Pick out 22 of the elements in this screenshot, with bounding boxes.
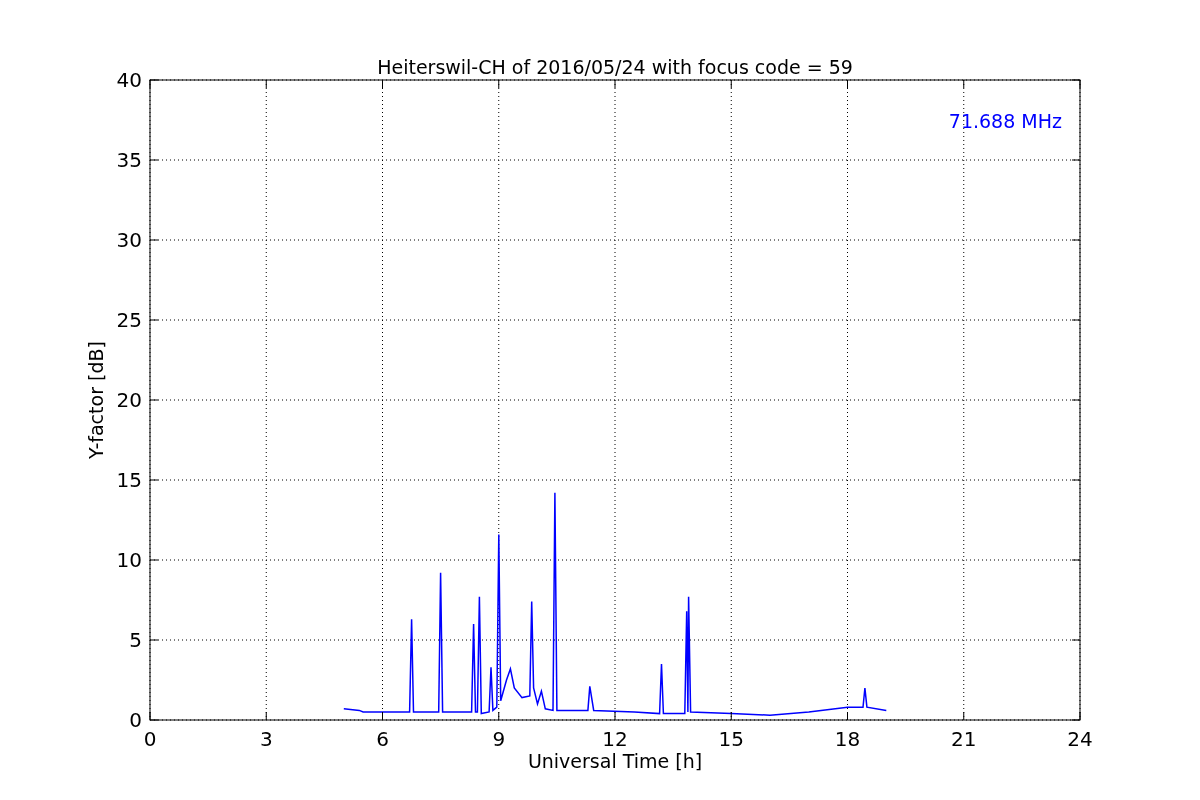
y-tick-label: 40: [116, 68, 142, 92]
x-tick-label: 21: [951, 727, 977, 751]
y-tick-label: 35: [116, 148, 142, 172]
y-tick-label: 25: [116, 308, 142, 332]
y-tick-label: 5: [129, 628, 142, 652]
x-tick-label: 3: [259, 727, 273, 751]
x-axis-label: Universal Time [h]: [527, 750, 703, 772]
x-tick-label: 12: [602, 727, 628, 751]
y-tick-label: 0: [129, 708, 142, 732]
x-tick-label: 15: [718, 727, 744, 751]
x-tick-label: 6: [376, 727, 389, 751]
y-tick-label: 10: [116, 548, 142, 572]
x-tick-label: 9: [492, 727, 506, 751]
y-tick-label: 20: [116, 388, 142, 412]
chart-title: Heiterswil-CH of 2016/05/24 with focus code = 59: [377, 56, 853, 78]
y-axis-label: Y-factor [dB]: [85, 341, 107, 459]
y-tick-label: 30: [116, 228, 142, 252]
x-tick-label: 0: [143, 727, 157, 751]
y-tick-label: 15: [116, 468, 142, 492]
annotation-text: 71.688 MHz: [948, 110, 1062, 132]
x-tick-label: 18: [834, 727, 861, 751]
x-tick-label: 24: [1067, 727, 1093, 751]
